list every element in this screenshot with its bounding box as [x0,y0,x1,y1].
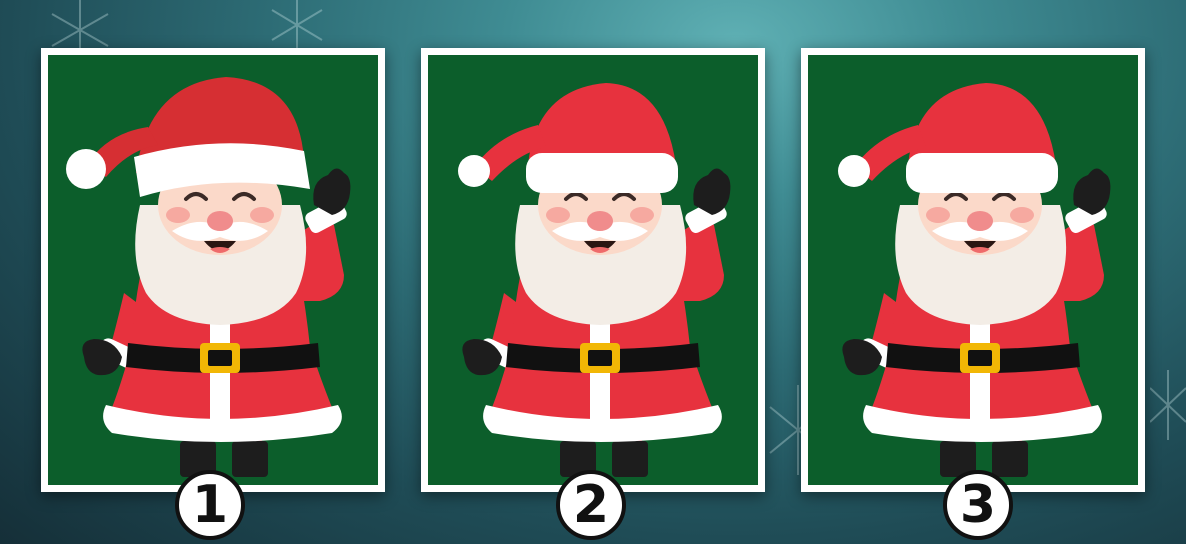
card-background [48,55,378,485]
snowflake-icon [271,0,323,50]
option-number-badge-2[interactable]: 2 [556,470,626,540]
santa-claus-icon [66,77,378,485]
option-number-badge-3[interactable]: 3 [943,470,1013,540]
card-background [428,55,758,485]
santa-claus-icon [838,83,1138,485]
snowflake-icon [1150,370,1186,440]
santa-claus-icon [458,83,758,485]
santa-card-1[interactable] [41,48,385,492]
santa-card-3[interactable] [801,48,1145,492]
santa-card-2[interactable] [421,48,765,492]
card-background [808,55,1138,485]
option-number-badge-1[interactable]: 1 [175,470,245,540]
